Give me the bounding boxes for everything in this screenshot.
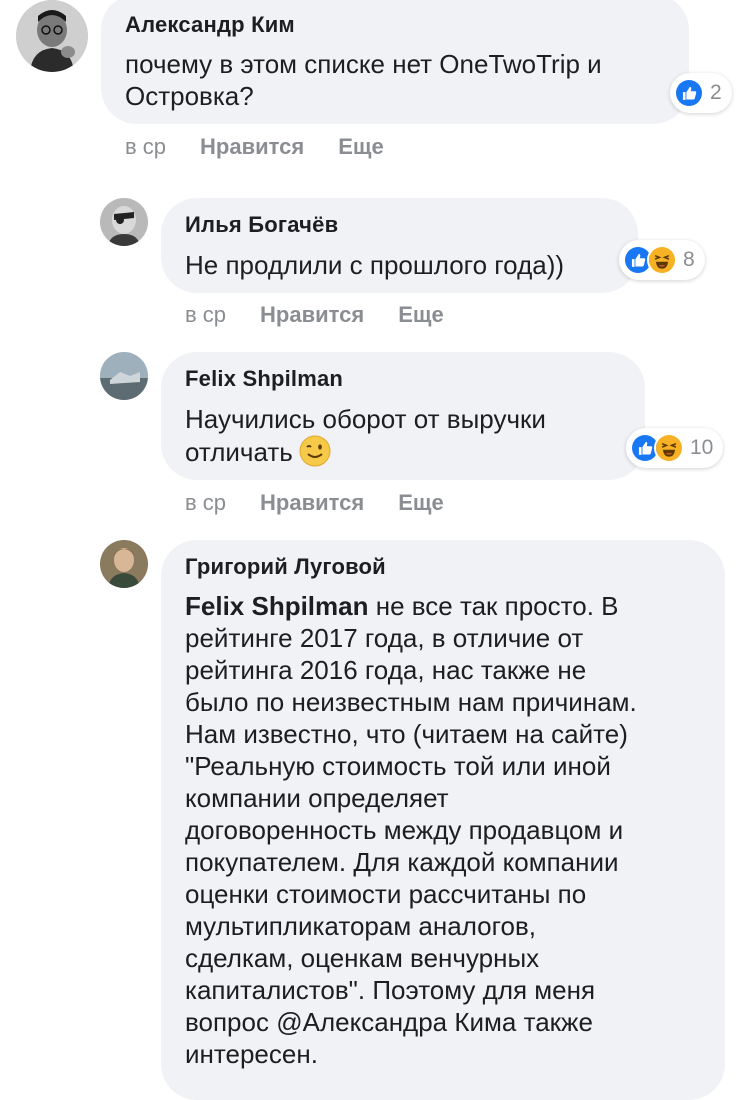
like-icon: [674, 78, 704, 108]
avatar[interactable]: [100, 198, 148, 246]
comment-text-line: почему в этом списке нет OneTwoTrip и: [125, 49, 602, 79]
comment-actions: в ср Нравится Еще: [185, 490, 444, 516]
comment-text-line: покупателем. Для каждой компании: [185, 847, 619, 877]
avatar[interactable]: [100, 352, 148, 400]
comment-text-line: "Реальную стоимость той или иной: [185, 751, 611, 781]
haha-icon: [647, 245, 677, 275]
comment-text-line: Не продлили с прошлого года)): [185, 250, 565, 280]
comment-actions: в ср Нравится Еще: [125, 134, 384, 160]
comment-text-line: Научились оборот от выручки: [185, 404, 546, 434]
comment-text-line: сделкам, оценкам венчурных: [185, 943, 540, 973]
comment-text-line: Felix Shpilman не все так просто. В: [185, 590, 715, 622]
more-button[interactable]: Еще: [338, 134, 383, 160]
more-button[interactable]: Еще: [398, 490, 443, 516]
comment-text-fragment: не все так просто. В: [368, 591, 619, 621]
reaction-count: 8: [683, 248, 695, 271]
comment-text-line: оценки стоимости рассчитаны по: [185, 879, 587, 909]
comment-text: почему в этом списке нет OneTwoTrip и Ос…: [125, 48, 685, 112]
wink-emoji-icon: [299, 435, 331, 467]
comment-author[interactable]: Felix Shpilman: [185, 366, 343, 392]
comment-time[interactable]: в ср: [125, 134, 166, 160]
comment-text-line: рейтинге 2017 года, в отличие от: [185, 623, 584, 653]
comment-text: Не продлили с прошлого года)): [185, 249, 645, 281]
avatar[interactable]: [100, 540, 148, 588]
comment-text-line: мультипликаторам аналогов,: [185, 911, 537, 941]
comment-text-fragment: отличать: [185, 437, 293, 467]
reactions-summary[interactable]: 10: [626, 428, 724, 468]
comment-text-line: было по неизвестным нам причинам.: [185, 687, 637, 717]
comment-author[interactable]: Илья Богачёв: [185, 212, 338, 238]
comment-text-line: договоренность между продавцом и: [185, 815, 624, 845]
like-button[interactable]: Нравится: [260, 302, 364, 328]
comment-author[interactable]: Григорий Луговой: [185, 554, 386, 580]
haha-icon: [654, 433, 684, 463]
comment-text-line: вопрос @Александра Кима также: [185, 1007, 593, 1037]
comment-time[interactable]: в ср: [185, 490, 226, 516]
reaction-count: 2: [710, 81, 722, 104]
comment-text: Felix Shpilman не все так просто. В рейт…: [185, 590, 715, 1070]
like-button[interactable]: Нравится: [200, 134, 304, 160]
comment-text-line: Островка?: [125, 81, 254, 111]
reactions-summary[interactable]: 2: [670, 73, 732, 113]
comment-text-line: Нам известно, что (читаем на сайте): [185, 719, 628, 749]
comment-text-line: интересен.: [185, 1039, 318, 1069]
reactions-summary[interactable]: 8: [619, 240, 705, 280]
comment-text-line: рейтинга 2016 года, нас также не: [185, 655, 587, 685]
mention-link[interactable]: Felix Shpilman: [185, 591, 369, 621]
comment-text: Научились оборот от выручки отличать: [185, 403, 635, 468]
comment-text-line: отличать: [185, 435, 635, 468]
avatar[interactable]: [16, 0, 88, 72]
comment-text-line: капиталистов". Поэтому для меня: [185, 975, 596, 1005]
reaction-count: 10: [690, 436, 714, 459]
comment-author[interactable]: Александр Ким: [125, 12, 295, 38]
comment-time[interactable]: в ср: [185, 302, 226, 328]
comment-actions: в ср Нравится Еще: [185, 302, 444, 328]
comment-text-line: компании определяет: [185, 783, 449, 813]
more-button[interactable]: Еще: [398, 302, 443, 328]
like-button[interactable]: Нравится: [260, 490, 364, 516]
